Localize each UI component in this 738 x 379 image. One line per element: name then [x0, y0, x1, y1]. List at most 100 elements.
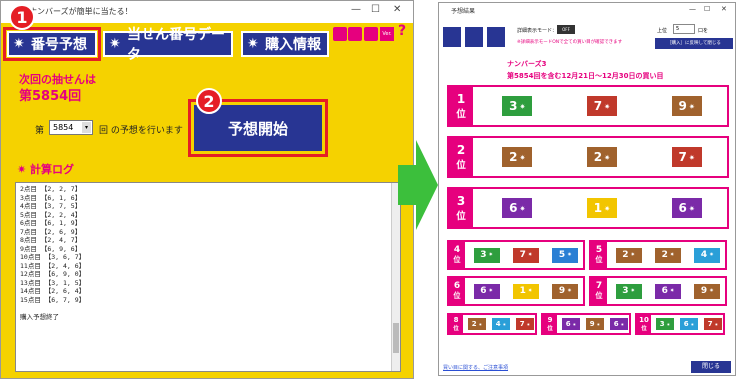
caution-link[interactable]: 買い目に関する、ご注意事項: [443, 364, 508, 371]
number-tile: 3 ✷: [473, 247, 500, 263]
star-icon: ✷: [526, 321, 531, 327]
star-icon: ✷: [709, 288, 714, 294]
round-select[interactable]: 5854 ▾: [49, 120, 93, 135]
number-value: 7: [519, 250, 526, 260]
close-icon[interactable]: ✕: [721, 5, 727, 13]
number-tile: 3 ✷: [615, 283, 642, 299]
clipboard-icon[interactable]: [487, 27, 505, 47]
number-tile: 2 ✷: [502, 147, 533, 167]
nav-winning-data-button[interactable]: ✷ 当せん番号データ: [103, 27, 233, 63]
nav-prediction-button[interactable]: ✷ 番号予想: [7, 31, 97, 57]
rank-label: 3位: [449, 189, 473, 227]
rank-suffix: 位: [456, 109, 466, 120]
rank-suffix: 位: [547, 326, 553, 332]
rank-card: 3 位 6 ✷ 1 ✷ 6 ✷: [447, 187, 729, 229]
grid-icon[interactable]: [364, 27, 378, 41]
close-button[interactable]: 閉じる: [691, 361, 731, 373]
number-tile: 6 ✷: [680, 318, 698, 330]
number-value: 9: [678, 99, 687, 113]
rank-card: 6 位 6 ✷ 1 ✷ 9 ✷: [447, 276, 585, 306]
star-icon: ✷: [567, 252, 572, 258]
number-value: 2: [471, 320, 477, 328]
star-icon: ✷: [690, 321, 695, 327]
star-icon: ✷: [519, 101, 526, 111]
period-text: 第5854回を含む12月21日～12月30日の買い目: [507, 72, 664, 80]
rank-card: 8 位 2 ✷ 4 ✷ 7 ✷: [447, 313, 537, 335]
nav-label: 番号予想: [31, 37, 87, 53]
basket-icon[interactable]: [348, 27, 362, 41]
number-value: 6: [661, 286, 668, 296]
settings-icon[interactable]: [333, 27, 347, 41]
nav-label: 当せん番号データ: [127, 27, 225, 63]
rank-label: 9位: [543, 315, 557, 333]
apply-close-button[interactable]: ［購入］に反映して閉じる: [655, 38, 733, 49]
star-icon: ✷: [13, 36, 25, 52]
rank-label: 6位: [449, 278, 465, 304]
nav-purchase-info-button[interactable]: ✷ 購入情報: [241, 31, 329, 57]
maximize-icon[interactable]: ☐: [371, 4, 380, 15]
rank-suffix: 位: [453, 255, 461, 264]
rank-number: 9: [547, 316, 553, 324]
star-icon: ✷: [688, 101, 695, 111]
detail-mode-hint: ※詳細表示モードONで全ての買い目が確認できます: [517, 40, 623, 45]
rank-card: 7 位 3 ✷ 6 ✷ 9 ✷: [589, 276, 727, 306]
number-tile: 6 ✷: [610, 318, 628, 330]
scrollbar-thumb[interactable]: [393, 323, 399, 353]
number-tile: 9 ✷: [694, 283, 721, 299]
window-title: ナンバーズが簡単に当たる！: [29, 7, 133, 16]
log-line: 11点目 【2, 4, 6】: [20, 261, 86, 270]
result-window: 予想結果 — ☐ ✕ 詳細表示モード： OFF ※詳細表示モードONで全ての買い…: [438, 2, 736, 376]
help-icon[interactable]: ?: [398, 23, 406, 39]
number-value: 4: [700, 250, 708, 260]
number-tile: 7 ✷: [513, 247, 539, 263]
number-tile: 4 ✷: [492, 318, 510, 330]
number-value: 6: [509, 201, 518, 215]
star-icon: ✷: [596, 321, 601, 327]
rank-number: 3: [456, 194, 466, 208]
version-icon[interactable]: Ver.: [380, 27, 394, 41]
number-tile: 4 ✷: [694, 247, 721, 263]
upload-icon[interactable]: [465, 27, 483, 47]
star-icon: ✷: [604, 101, 611, 111]
number-value: 3: [622, 286, 629, 296]
number-tile: 5 ✷: [552, 247, 579, 263]
number-tile: 7 ✷: [587, 96, 617, 116]
minimize-icon[interactable]: —: [351, 4, 361, 15]
number-tile: 2 ✷: [468, 318, 486, 330]
number-tile: 9 ✷: [552, 283, 579, 299]
number-tile: 1 ✷: [513, 283, 539, 299]
rank-label: 4位: [449, 242, 465, 268]
rank-label: 7位: [591, 278, 607, 304]
log-line: 14点目 【2, 6, 4】: [20, 287, 86, 295]
number-value: 6: [683, 320, 689, 328]
arrow-right-icon: [398, 140, 438, 230]
rank-number: 6: [453, 281, 461, 291]
number-value: 2: [622, 250, 629, 260]
number-tile: 1 ✷: [587, 198, 617, 218]
number-tile: 6 ✷: [473, 283, 500, 299]
number-tile: 3 ✷: [502, 96, 533, 116]
log-line: 5点目 【2, 2, 4】: [20, 210, 82, 219]
maximize-icon[interactable]: ☐: [704, 5, 710, 13]
step-badge-2: 2: [196, 88, 222, 114]
number-value: 3: [659, 320, 665, 328]
log-textarea[interactable]: 2点目 【2, 2, 7】 3点目 【6, 1, 6】 4点目 【3, 7, 5】 5…: [15, 182, 401, 372]
detail-mode-label: 詳細表示モード：: [517, 28, 558, 34]
log-title-text: 計算ログ: [30, 163, 75, 176]
detail-mode-toggle[interactable]: OFF: [557, 25, 575, 34]
print-icon[interactable]: [443, 27, 461, 47]
top-count-input[interactable]: 5: [673, 24, 695, 34]
star-icon: ✷: [572, 321, 577, 327]
rank-suffix: 位: [595, 255, 603, 264]
game-name: ナンバーズ3: [507, 60, 547, 68]
star-icon: ✷: [488, 288, 494, 294]
star-icon: ✷: [488, 252, 494, 258]
number-value: 6: [565, 320, 571, 328]
star-icon: ✷: [519, 203, 526, 213]
minimize-icon[interactable]: —: [689, 5, 696, 13]
rank-suffix: 位: [453, 326, 459, 332]
number-value: 1: [593, 201, 603, 215]
close-icon[interactable]: ✕: [393, 4, 401, 15]
number-tile: 7 ✷: [671, 147, 702, 167]
